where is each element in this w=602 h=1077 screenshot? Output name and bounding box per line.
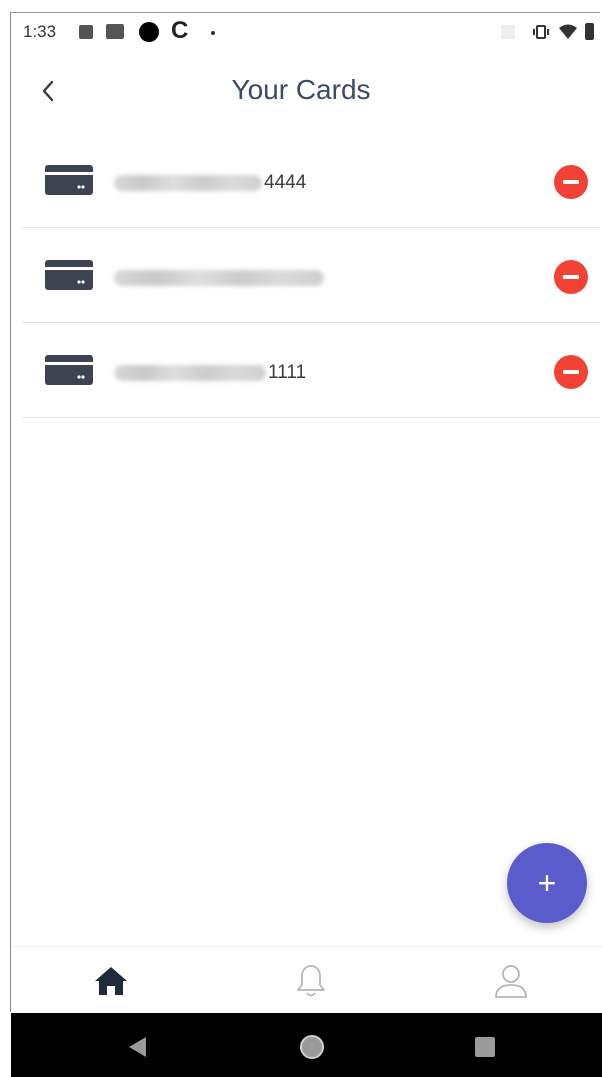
minus-icon: [563, 275, 579, 279]
system-navigation-bar: [11, 1013, 602, 1077]
circle-home-icon: [300, 1035, 324, 1059]
notification-icon: [501, 25, 515, 39]
page-title: Your Cards: [231, 74, 371, 105]
minus-icon: [563, 370, 579, 374]
remove-card-button[interactable]: [554, 260, 588, 294]
card-row[interactable]: •••• •••• •••• ••••: [22, 228, 600, 323]
card-last-four: 4444: [264, 172, 307, 193]
gallery-icon: [106, 24, 124, 39]
bell-icon: [297, 965, 325, 997]
square-recents-icon: [475, 1037, 495, 1057]
masked-card-digits: •••• •••• •••• ••: [114, 175, 262, 191]
status-time: 1:33: [23, 22, 57, 41]
dot-icon: [211, 31, 215, 35]
c-app-icon: C: [171, 17, 189, 44]
card-list: •••• •••• •••• •• 4444 •••• •••• •••• ••…: [22, 133, 600, 418]
record-dot-icon: [139, 22, 159, 42]
plus-icon: +: [537, 865, 557, 901]
minus-icon: [563, 180, 579, 184]
system-recents-button[interactable]: [471, 1033, 499, 1061]
battery-icon: [585, 23, 594, 40]
image-icon: [79, 25, 93, 39]
credit-card-icon: [45, 260, 93, 290]
card-number: •••• •••• •••• •• 4444: [114, 171, 306, 195]
masked-card-digits: •••• •••• •••• ••: [114, 365, 266, 381]
frame-border: [10, 12, 11, 1012]
triangle-back-icon: [129, 1037, 146, 1057]
add-card-button[interactable]: +: [507, 843, 587, 923]
card-row[interactable]: •••• •••• •••• •• 4444: [22, 133, 600, 228]
vibrate-icon: [532, 23, 550, 46]
status-bar: 1:33 C: [11, 13, 602, 57]
masked-card-digits: •••• •••• •••• ••••: [114, 270, 324, 286]
credit-card-icon: [45, 355, 93, 385]
screen: 1:33 C Your Cards ••••: [0, 0, 602, 1077]
card-row[interactable]: •••• •••• •••• •• 1111: [22, 323, 600, 418]
wifi-icon: [558, 24, 578, 45]
card-last-four: 1111: [268, 362, 307, 383]
bottom-tab-bar: [11, 946, 602, 1013]
system-back-button[interactable]: [123, 1033, 151, 1061]
user-icon: [495, 965, 527, 998]
remove-card-button[interactable]: [554, 165, 588, 199]
system-home-button[interactable]: [298, 1033, 326, 1061]
tab-notifications[interactable]: [291, 961, 331, 1001]
card-number: •••• •••• •••• •• 1111: [114, 361, 306, 385]
remove-card-button[interactable]: [554, 355, 588, 389]
card-number: •••• •••• •••• ••••: [114, 266, 326, 290]
credit-card-icon: [45, 165, 93, 195]
home-icon: [95, 967, 127, 995]
tab-profile[interactable]: [491, 961, 531, 1001]
tab-home[interactable]: [91, 961, 131, 1001]
